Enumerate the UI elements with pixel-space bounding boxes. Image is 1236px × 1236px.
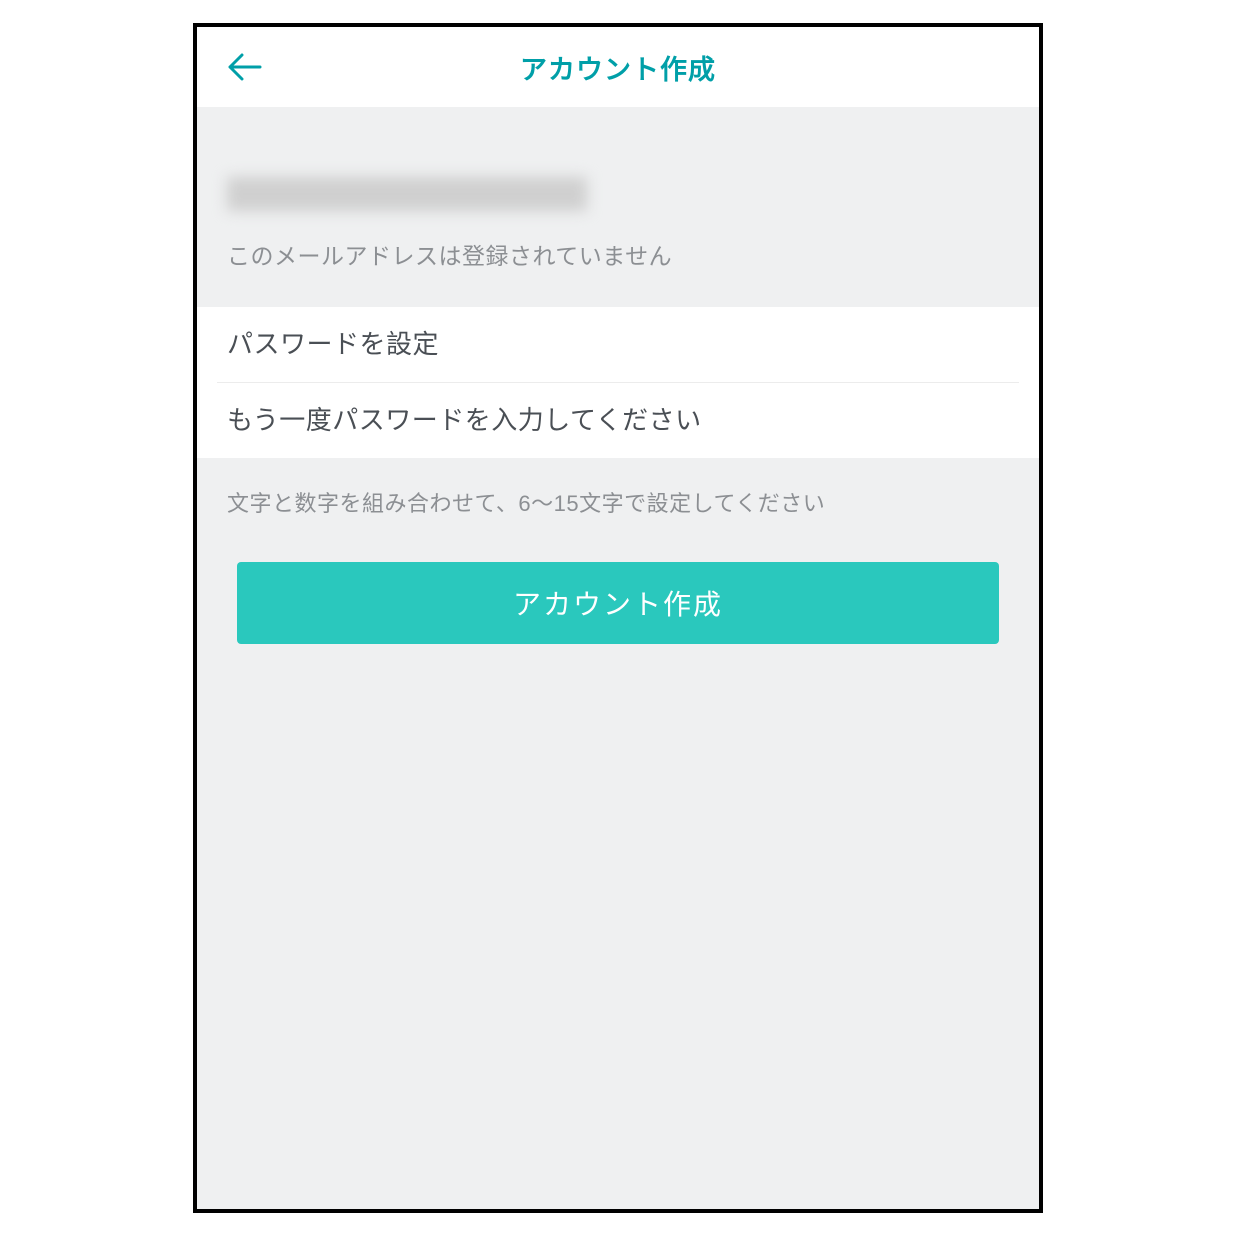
password-input-group [197,307,1039,458]
create-account-button[interactable]: アカウント作成 [237,562,999,644]
page-title: アカウント作成 [197,48,1039,87]
password-hint: 文字と数字を組み合わせて、6～15文字で設定してください [197,458,1039,518]
password-confirm-input[interactable] [197,383,1039,458]
button-container: アカウント作成 [197,518,1039,644]
email-status-note: このメールアドレスは登録されていません [227,237,1009,271]
header-bar: アカウント作成 [197,27,1039,107]
email-value-redacted [227,177,587,211]
email-section: このメールアドレスは登録されていません [197,107,1039,307]
password-input[interactable] [197,307,1039,382]
back-button[interactable] [225,47,265,87]
app-screen: アカウント作成 このメールアドレスは登録されていません 文字と数字を組み合わせて… [193,23,1043,1213]
back-arrow-icon [228,53,262,81]
content-area: このメールアドレスは登録されていません 文字と数字を組み合わせて、6～15文字で… [197,107,1039,644]
